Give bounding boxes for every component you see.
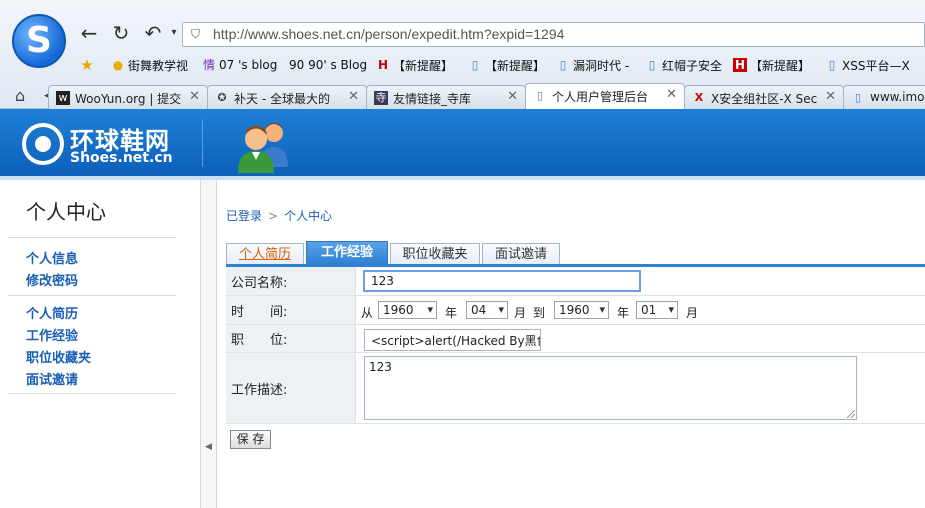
back-arrow-icon[interactable]: ← <box>78 22 100 44</box>
browser-logo-icon <box>12 14 66 68</box>
site-logo-icon <box>22 123 64 165</box>
form-row-company: 公司名称: 123 <box>226 267 925 296</box>
sidebar-divider <box>8 295 176 296</box>
tab-interview-invites[interactable]: 面试邀请 <box>482 243 560 265</box>
bookmark-icon: H <box>377 58 389 72</box>
close-icon[interactable]: ✕ <box>825 89 836 104</box>
position-label: 职 位: <box>226 325 356 352</box>
description-label: 工作描述: <box>226 353 356 423</box>
page-icon: ▯ <box>828 58 836 72</box>
bookmark-item[interactable]: 情 07 's blog <box>202 55 277 75</box>
bookmark-item[interactable]: ▯ XSS平台—X <box>825 55 910 75</box>
bookmark-item[interactable]: ▯ 【新提醒】 <box>468 55 545 75</box>
bookmark-item[interactable]: 90 90' s Blog <box>289 55 367 75</box>
breadcrumb-personal-center[interactable]: 个人中心 <box>284 209 332 223</box>
sidebar-item-job-favorites[interactable]: 职位收藏夹 <box>26 347 91 366</box>
browser-tab-strip: w WooYun.org | 提交 ✕ ✪ 补天 - 全球最大的 ✕ 寺 友情链… <box>0 83 925 109</box>
breadcrumb-logged-in[interactable]: 已登录 <box>226 209 262 223</box>
sidebar-item-resume[interactable]: 个人简历 <box>26 303 78 322</box>
bookmark-icon: 情 <box>202 58 215 72</box>
close-icon[interactable]: ✕ <box>348 89 359 104</box>
page-icon: ▯ <box>648 58 656 72</box>
sidebar-item-work-experience[interactable]: 工作经验 <box>26 325 78 344</box>
address-url: http://www.shoes.net.cn/person/expedit.h… <box>213 26 565 42</box>
reload-icon[interactable]: ↻ <box>110 22 132 44</box>
browser-tab-active[interactable]: ▯ 个人用户管理后台 ✕ <box>525 83 685 109</box>
tab-resume[interactable]: 个人简历 <box>226 243 304 265</box>
end-month-select[interactable]: 01 <box>636 301 678 319</box>
page-icon: ▯ <box>559 58 567 72</box>
close-icon[interactable]: ✕ <box>507 89 518 104</box>
bookmark-icon: H <box>733 58 747 72</box>
secoo-icon: 寺 <box>374 91 388 105</box>
undo-icon[interactable]: ↶ <box>142 22 164 44</box>
page-icon: ▯ <box>471 58 479 72</box>
sidebar-collapse-bar[interactable]: ◀ <box>201 180 217 508</box>
position-input[interactable]: <script>alert(/Hacked By黑色鉛 <box>364 329 541 351</box>
form-row-position: 职 位: <script>alert(/Hacked By黑色鉛 <box>226 325 925 353</box>
page-icon: ▯ <box>536 89 544 102</box>
sidebar: 个人中心 个人信息 修改密码 个人简历 工作经验 职位收藏夹 面试邀请 <box>0 180 201 508</box>
users-icon <box>238 123 288 173</box>
sidebar-item-interview-invites[interactable]: 面试邀请 <box>26 369 78 388</box>
save-button[interactable]: 保 存 <box>230 430 271 449</box>
bookmark-item[interactable]: ▯ 红帽子安全 <box>645 55 722 75</box>
company-name-input[interactable]: 123 <box>363 270 641 292</box>
tab-work-experience[interactable]: 工作经验 <box>306 241 388 265</box>
browser-chrome: ← ↻ ↶ ▾ ⛉ http://www.shoes.net.cn/person… <box>0 0 925 109</box>
close-icon[interactable]: ✕ <box>666 87 677 102</box>
browser-tab[interactable]: X X安全组社区-X Sec ✕ <box>684 85 844 109</box>
start-year-select[interactable]: 1960 <box>378 301 437 319</box>
shield-icon: ⛉ <box>191 27 201 41</box>
site-logo[interactable]: 环球鞋网 Shoes.net.cn <box>22 119 182 169</box>
browser-tab[interactable]: ✪ 补天 - 全球最大的 ✕ <box>207 85 367 109</box>
end-year-select[interactable]: 1960 <box>554 301 609 319</box>
close-icon[interactable]: ✕ <box>189 89 200 104</box>
chevron-left-icon: ◀ <box>205 442 212 452</box>
company-label: 公司名称: <box>226 267 356 295</box>
header-divider <box>202 119 203 167</box>
description-textarea[interactable]: 123 <box>364 356 857 420</box>
page-icon: ▯ <box>854 91 862 104</box>
form-row-time: 时 间: 从 1960 年 04 月 到 1960 年 01 月 <box>226 296 925 325</box>
browser-tab[interactable]: ▯ www.imooc <box>843 85 925 109</box>
bookmark-item[interactable]: H 【新提醒】 <box>376 55 453 75</box>
sidebar-divider <box>8 393 176 394</box>
breadcrumb: 已登录 > 个人中心 <box>226 207 332 224</box>
start-month-select[interactable]: 04 <box>466 301 508 319</box>
browser-tab[interactable]: w WooYun.org | 提交 ✕ <box>48 85 208 109</box>
sidebar-item-change-password[interactable]: 修改密码 <box>26 270 78 289</box>
sidebar-divider <box>8 237 176 238</box>
sidebar-title: 个人中心 <box>26 200 106 224</box>
breadcrumb-separator: > <box>268 209 279 223</box>
tab-job-favorites[interactable]: 职位收藏夹 <box>390 243 480 265</box>
site-header: 环球鞋网 Shoes.net.cn <box>0 109 925 180</box>
time-label: 时 间: <box>226 296 356 324</box>
sidebar-item-personal-info[interactable]: 个人信息 <box>26 248 78 267</box>
form-row-description: 工作描述: 123 <box>226 353 925 424</box>
bookmark-item[interactable]: ● 街舞教学视 <box>111 55 188 75</box>
wooyun-icon: w <box>56 91 70 105</box>
bookmark-icon: ● <box>112 58 124 72</box>
xsec-icon: X <box>694 91 704 104</box>
bookmark-item[interactable]: H 【新提醒】 <box>733 55 810 75</box>
address-bar[interactable]: ⛉ http://www.shoes.net.cn/person/expedit… <box>182 22 925 47</box>
browser-tab[interactable]: 寺 友情链接_寺库 ✕ <box>366 85 526 109</box>
butian-icon: ✪ <box>217 91 227 104</box>
bookmark-item[interactable]: ▯ 漏洞时代 - <box>556 55 629 75</box>
favorites-star-icon[interactable]: ★ <box>80 55 97 75</box>
